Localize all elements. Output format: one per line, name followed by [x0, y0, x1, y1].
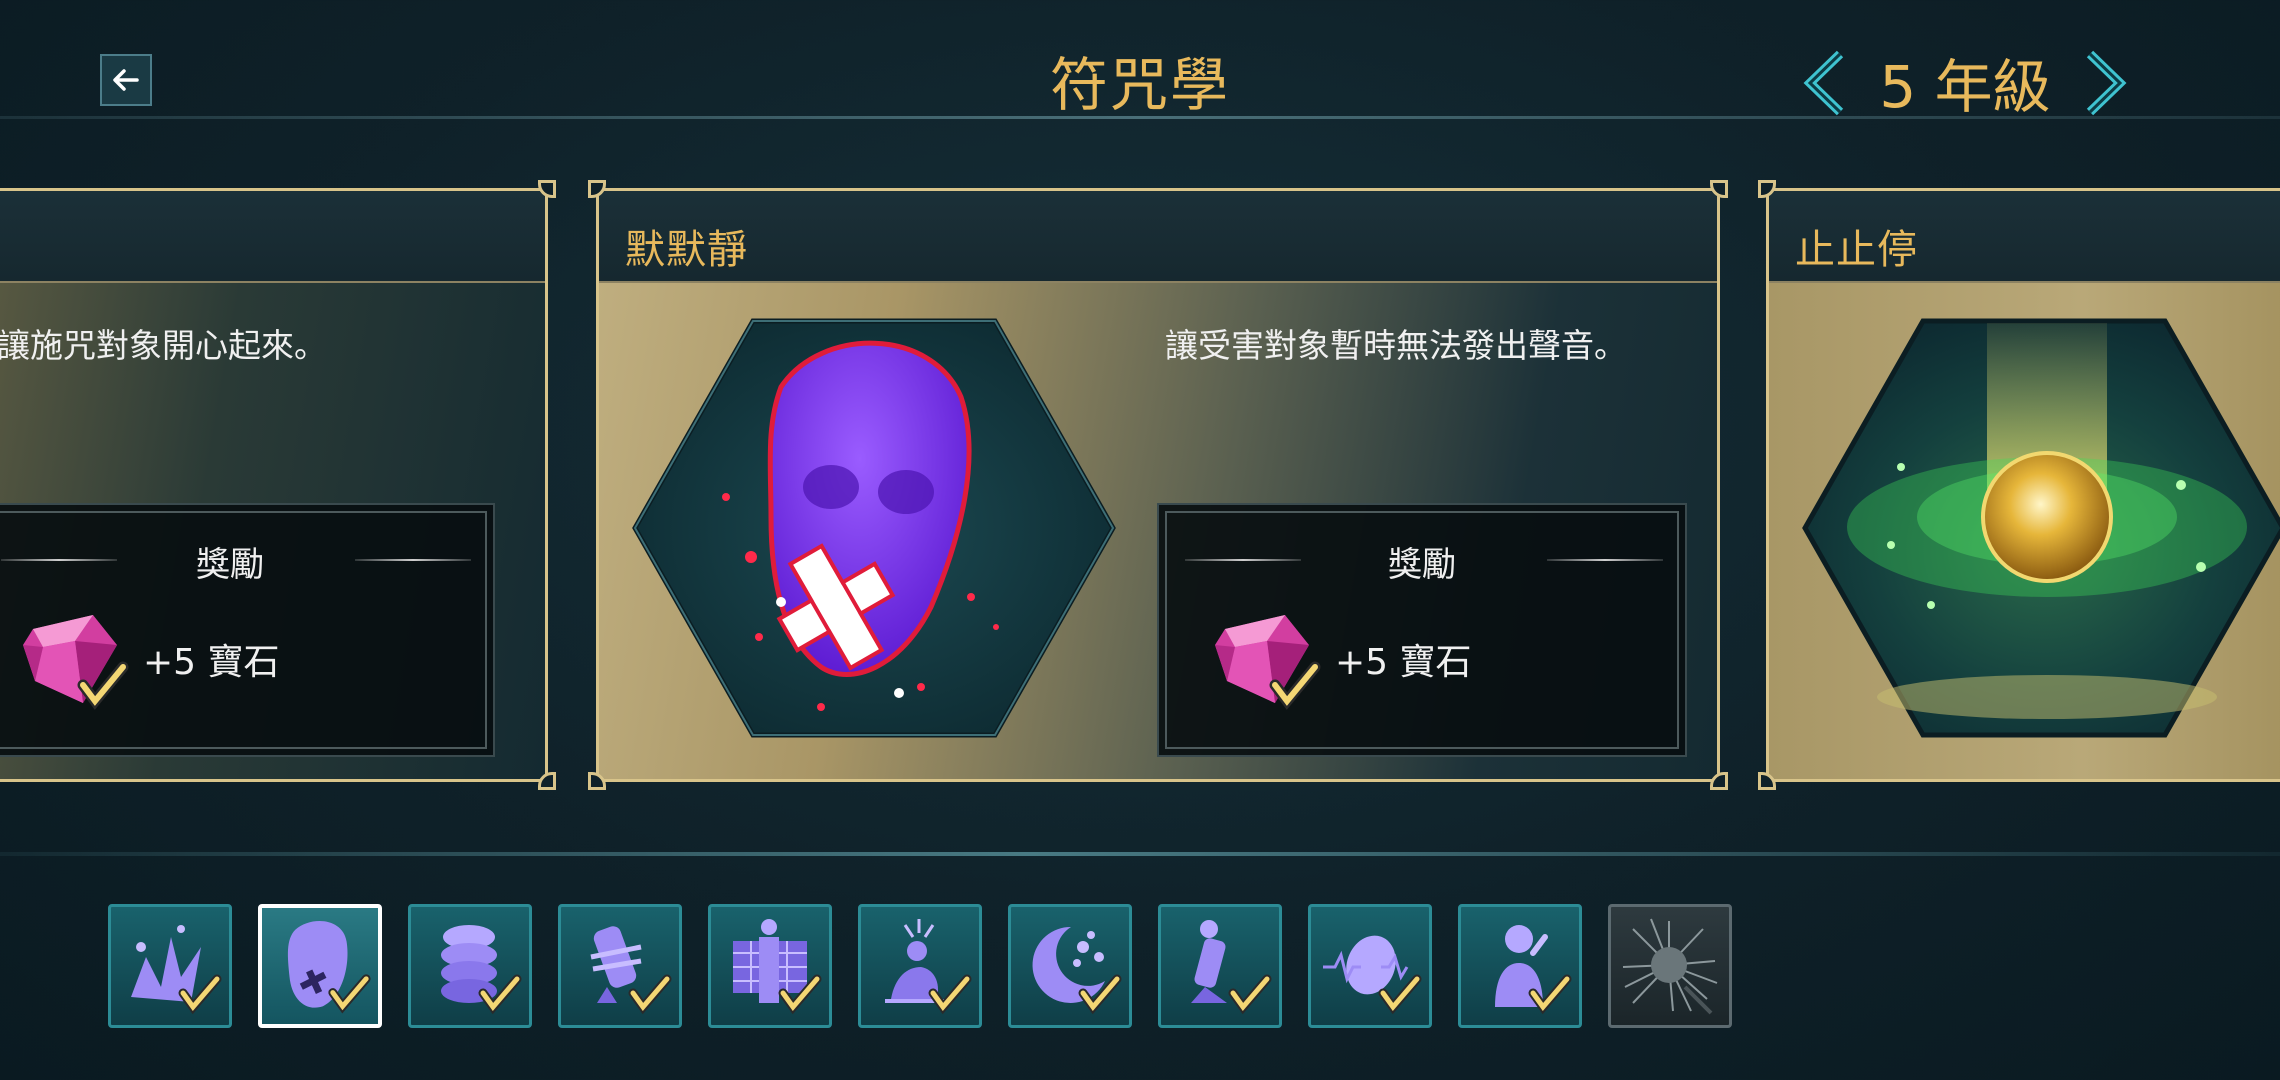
spell-tile-selected[interactable] — [258, 904, 382, 1028]
silenced-face-icon — [632, 318, 1116, 738]
card-header — [0, 191, 545, 283]
spell-tile[interactable] — [408, 904, 532, 1028]
reward-value: +5 寶石 — [1335, 642, 1472, 683]
reward-title: 獎勵 — [196, 545, 264, 585]
card-header: 止止停 — [1769, 191, 2280, 283]
stunned-figure-icon — [885, 919, 972, 1015]
spell-tile[interactable] — [708, 904, 832, 1028]
tied-figure-icon — [590, 926, 672, 1015]
spell-tile[interactable] — [1158, 904, 1282, 1028]
spell-card-next[interactable]: 止止停 — [1758, 180, 2280, 790]
year-label: 5 年級 — [1879, 53, 2051, 121]
next-year-button[interactable] — [2080, 48, 2130, 118]
falling-figure-icon — [1191, 920, 1272, 1015]
spell-description: 讓受害對象暫時無法發出聲音。 — [1165, 326, 1627, 365]
burst-spell-icon — [131, 925, 222, 1015]
strip-divider — [0, 852, 2280, 856]
golden-orb-icon — [1802, 318, 2280, 738]
silenced-face-icon — [287, 921, 371, 1014]
gem-icon — [23, 615, 129, 710]
spell-name: 默默靜 — [625, 227, 748, 273]
spell-tile[interactable] — [108, 904, 232, 1028]
reward-box: 獎勵 +5 寶石 — [0, 503, 495, 757]
card-body: 讓施咒對象開心起來。 獎勵 +5 寶石 — [0, 283, 545, 779]
spell-tile[interactable] — [558, 904, 682, 1028]
card-body — [1769, 283, 2280, 779]
figure-wall-icon — [733, 919, 822, 1015]
spell-tile[interactable] — [858, 904, 982, 1028]
thinking-figure-icon — [1495, 925, 1572, 1015]
spell-description: 讓施咒對象開心起來。 — [0, 326, 327, 365]
orb-wave-icon — [1323, 935, 1422, 1015]
spiky-creature-icon — [1622, 918, 1718, 1015]
stacked-coins-icon — [441, 925, 522, 1015]
gem-icon — [1215, 615, 1321, 710]
spell-card-previous[interactable]: 讓施咒對象開心起來。 獎勵 +5 寶石 — [0, 180, 556, 790]
moon-rocks-icon — [1032, 926, 1122, 1015]
card-body: 讓受害對象暫時無法發出聲音。 獎勵 +5 寶石 — [599, 283, 1717, 779]
spell-tile-locked[interactable] — [1608, 904, 1732, 1028]
spell-name: 止止停 — [1795, 227, 1918, 273]
previous-year-button[interactable] — [1800, 48, 1850, 118]
spell-card-current[interactable]: 默默靜 讓受害對象暫時無法發出聲音。 獎勵 +5 寶石 — [588, 180, 1728, 790]
chevron-left-icon — [1803, 50, 1844, 116]
spell-tile[interactable] — [1308, 904, 1432, 1028]
spell-tile[interactable] — [1458, 904, 1582, 1028]
reward-title: 獎勵 — [1388, 545, 1456, 585]
reward-value: +5 寶石 — [143, 642, 280, 683]
year-selector: 5 年級 — [1800, 40, 2130, 130]
chevron-right-icon — [2086, 50, 2127, 116]
reward-box: 獎勵 +5 寶石 — [1157, 503, 1687, 757]
spell-tile[interactable] — [1008, 904, 1132, 1028]
card-header: 默默靜 — [599, 191, 1717, 283]
